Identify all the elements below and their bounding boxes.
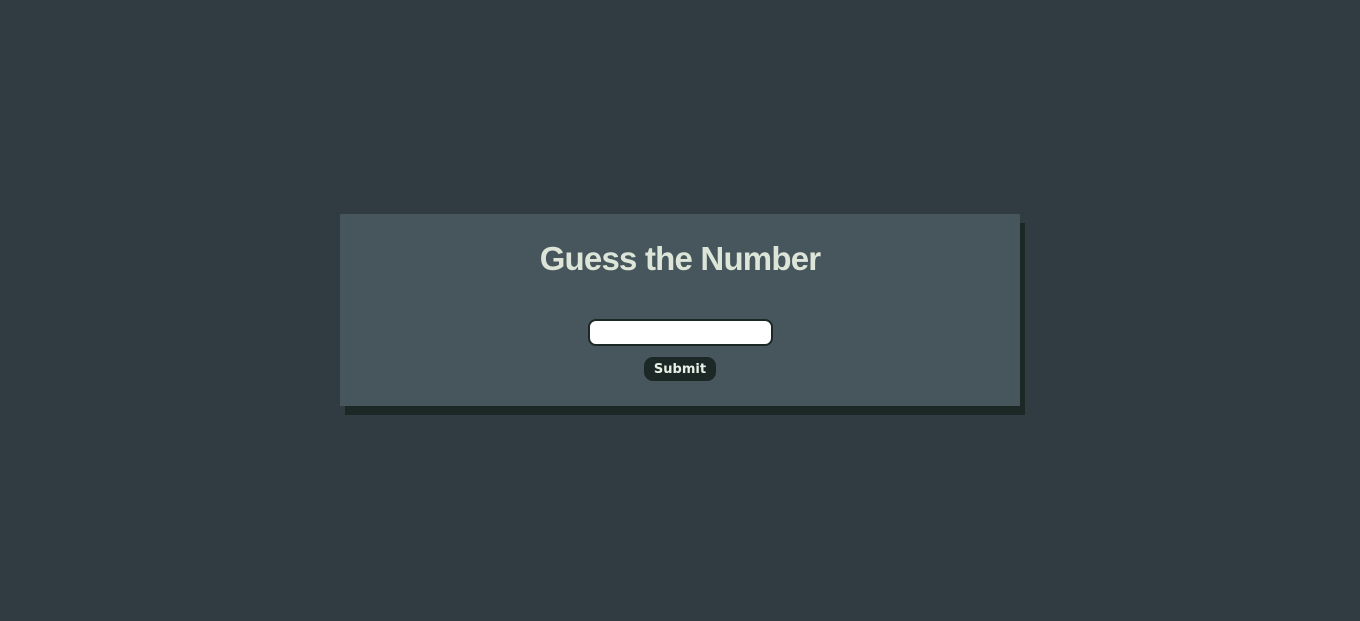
guess-input[interactable]	[588, 319, 773, 346]
game-card: Guess the Number Submit	[340, 214, 1020, 406]
submit-button[interactable]: Submit	[644, 357, 716, 381]
page-title: Guess the Number	[539, 240, 821, 277]
